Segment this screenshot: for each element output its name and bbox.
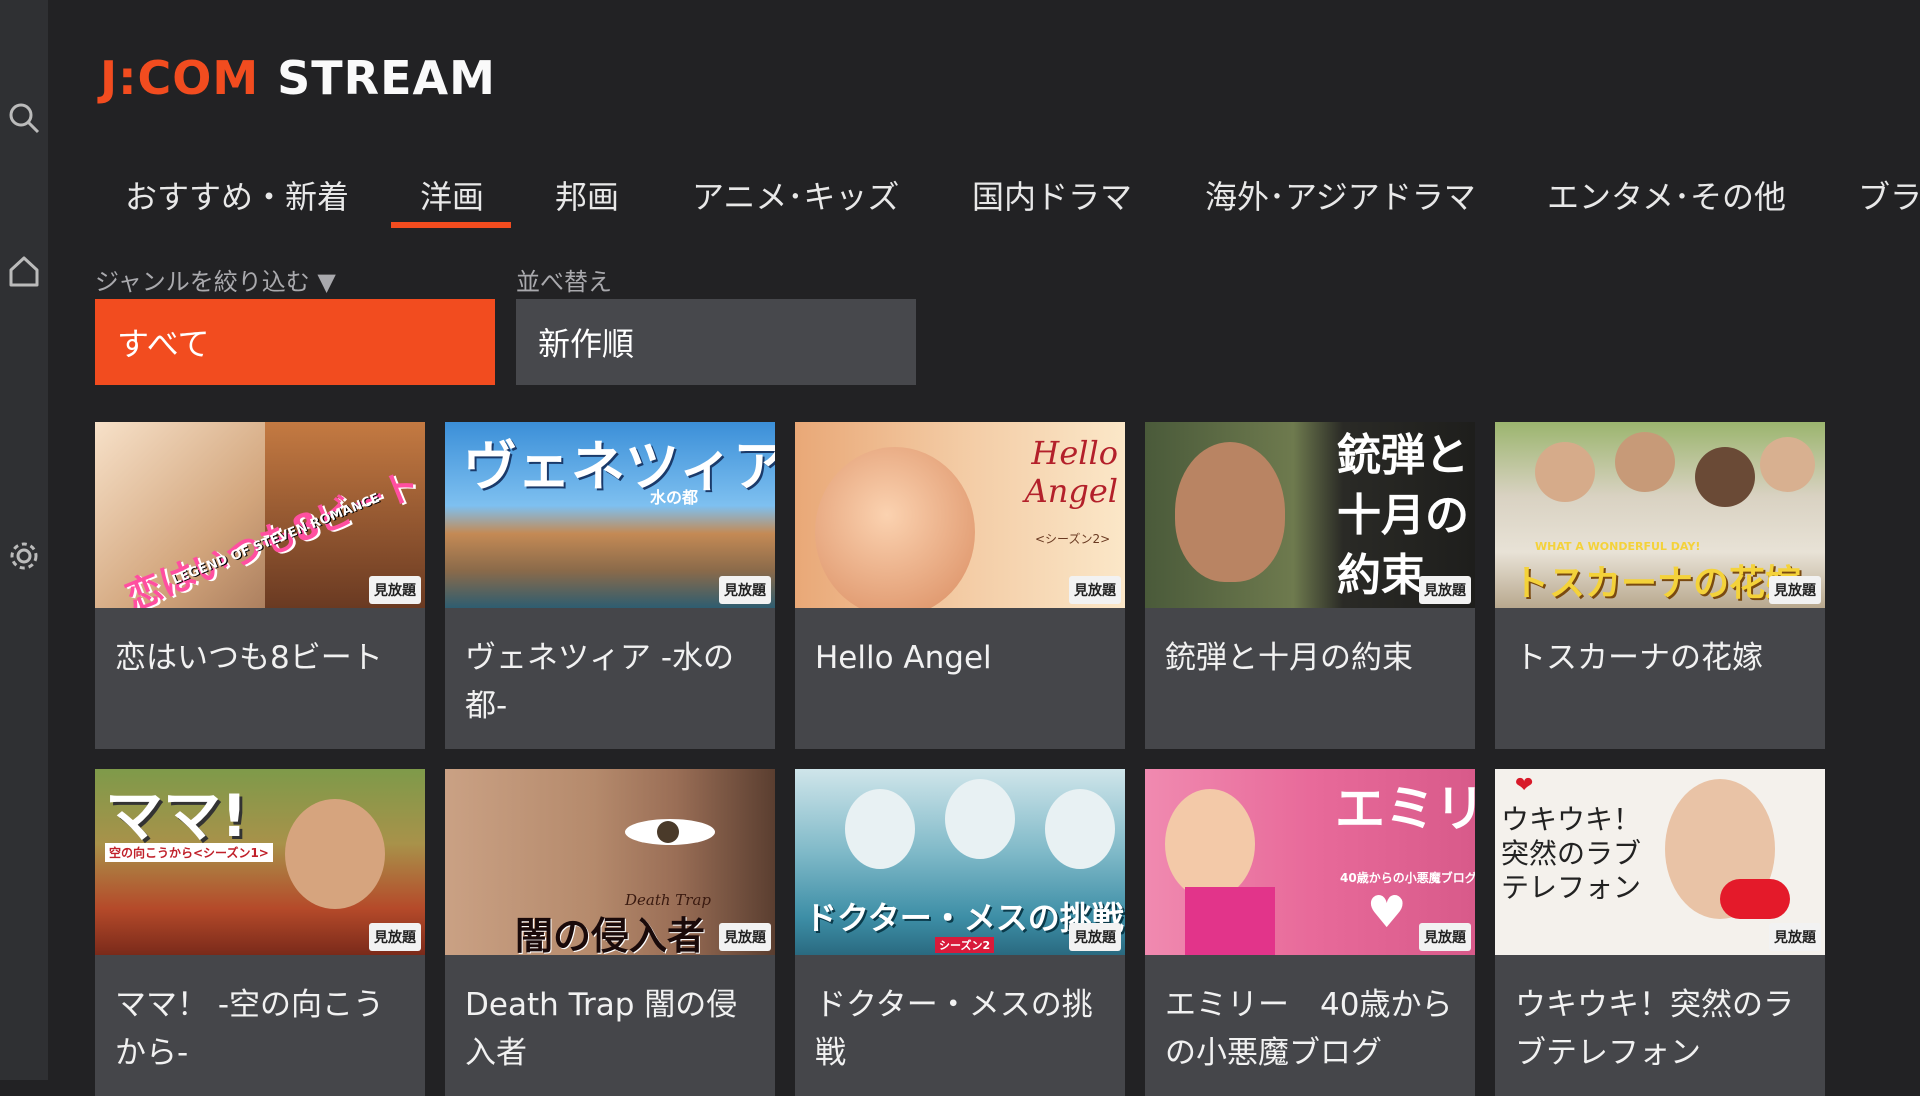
gear-icon[interactable] [6,538,42,574]
thumbnail-title-art: トスカーナの花嫁 [1513,563,1802,604]
movie-card[interactable]: エミリー 40歳からの小悪魔ブログ ♥ 見放題 エミリー 40歳からの小悪魔ブロ… [1145,769,1475,1096]
movie-card[interactable]: WHAT A WONDERFUL DAY! トスカーナの花嫁 見放題 トスカーナ… [1495,422,1825,749]
genre-filter-button[interactable]: すべて [95,299,495,385]
movie-thumbnail: ❤ ウキウキ！突然のラブテレフォン 見放題 [1495,769,1825,955]
movie-thumbnail: ママ! 空の向こうから<シーズン1> 見放題 [95,769,425,955]
tab-osusume[interactable]: おすすめ・新着 [125,172,349,218]
tab-domestic-drama[interactable]: 国内ドラマ [972,172,1132,218]
tab-entame[interactable]: エンタメ･その他 [1547,172,1786,218]
thumbnail-subtitle: 水の都 [650,488,699,507]
genre-filter-label: ジャンルを絞り込む ▼ [95,268,336,296]
unlimited-badge: 見放題 [1769,576,1821,604]
movie-card[interactable]: Death Trap 闇の侵入者 見放題 Death Trap 闇の侵入者 [445,769,775,1096]
unlimited-badge: 見放題 [1419,576,1471,604]
unlimited-badge: 見放題 [719,576,771,604]
movie-title: エミリー 40歳からの小悪魔ブログ [1165,987,1453,1071]
thumbnail-title-art: エミリー [1335,780,1475,838]
movie-thumbnail: 恋はいつも8ビート LEGEND OF STEVEN ROMANCE 見放題 [95,422,425,608]
tab-bura[interactable]: ブラ [1858,172,1920,218]
unlimited-badge: 見放題 [1419,923,1471,951]
sort-button[interactable]: 新作順 [516,299,916,385]
thumbnail-subtitle: <シーズン2> [1035,532,1111,546]
movie-thumbnail: ヴェネツィア 水の都 見放題 [445,422,775,608]
movie-card[interactable]: ❤ ウキウキ！突然のラブテレフォン 見放題 ウキウキ！突然のラブテレフォン [1495,769,1825,1096]
movie-title: 銃弾と十月の約束 [1165,640,1413,676]
logo-product: STREAM [277,51,496,105]
genre-filter-value: すべて [117,325,210,363]
movie-thumbnail: 銃弾と十月の約束 見放題 [1145,422,1475,608]
thumbnail-subtitle: 空の向こうから<シーズン1> [105,843,273,862]
movie-card[interactable]: 銃弾と十月の約束 見放題 銃弾と十月の約束 [1145,422,1475,749]
heart-icon: ♥ [1367,887,1407,938]
movie-card[interactable]: 恋はいつも8ビート LEGEND OF STEVEN ROMANCE 見放題 恋… [95,422,425,749]
lips-icon: ❤ [1515,773,1534,798]
home-icon[interactable] [6,253,42,289]
movie-title: トスカーナの花嫁 [1515,640,1763,676]
thumbnail-title-art: ヴェネツィア [463,435,775,498]
thumbnail-title-art: ママ! [105,782,248,850]
logo-brand: J:COM [100,51,260,105]
unlimited-badge: 見放題 [1069,576,1121,604]
thumbnail-subtitle: 40歳からの小悪魔ブログ [1340,871,1475,885]
thumbnail-title-art: 闇の侵入者 [515,914,706,955]
movie-title: Hello Angel [815,640,992,676]
thumbnail-title-art: ウキウキ！突然のラブテレフォン [1501,803,1642,904]
movie-thumbnail: Hello Angel <シーズン2> 見放題 [795,422,1125,608]
movie-grid: 恋はいつも8ビート LEGEND OF STEVEN ROMANCE 見放題 恋… [95,422,1865,1096]
unlimited-badge: 見放題 [1069,923,1121,951]
movie-title: Death Trap 闇の侵入者 [465,987,738,1071]
tab-overseas-drama[interactable]: 海外･アジアドラマ [1205,172,1476,218]
side-rail [0,0,48,1080]
movie-card[interactable]: ママ! 空の向こうから<シーズン1> 見放題 ママ！ -空の向こうから- [95,769,425,1096]
movie-card[interactable]: ヴェネツィア 水の都 見放題 ヴェネツィア -水の都- [445,422,775,749]
movie-title: 恋はいつも8ビート [115,640,383,676]
movie-title: ママ！ -空の向こうから- [115,987,385,1071]
unlimited-badge: 見放題 [1769,923,1821,951]
tab-yoga[interactable]: 洋画 [420,172,484,218]
tab-anime-kids[interactable]: アニメ･キッズ [692,172,899,218]
movie-thumbnail: ドクター・メスの挑戦 シーズン2 見放題 [795,769,1125,955]
movie-thumbnail: Death Trap 闇の侵入者 見放題 [445,769,775,955]
movie-title: ヴェネツィア -水の都- [465,640,735,724]
movie-card[interactable]: Hello Angel <シーズン2> 見放題 Hello Angel [795,422,1125,749]
movie-card[interactable]: ドクター・メスの挑戦 シーズン2 見放題 ドクター・メスの挑戦 [795,769,1125,1096]
selected-tab-indicator [391,222,511,228]
sort-value: 新作順 [538,325,635,363]
movie-title: ウキウキ！突然のラブテレフォン [1515,987,1794,1071]
movie-title: ドクター・メスの挑戦 [815,987,1093,1071]
search-icon[interactable] [6,100,42,136]
unlimited-badge: 見放題 [369,923,421,951]
thumbnail-title-art: Hello Angel [1024,434,1118,510]
sort-label: 並べ替え [516,268,612,296]
movie-thumbnail: エミリー 40歳からの小悪魔ブログ ♥ 見放題 [1145,769,1475,955]
thumbnail-subtitle: WHAT A WONDERFUL DAY! [1535,540,1701,553]
unlimited-badge: 見放題 [369,576,421,604]
tab-hoga[interactable]: 邦画 [555,172,619,218]
unlimited-badge: 見放題 [719,923,771,951]
thumbnail-subtitle: シーズン2 [935,937,995,953]
app-logo: J:COM STREAM [100,50,496,106]
movie-thumbnail: WHAT A WONDERFUL DAY! トスカーナの花嫁 見放題 [1495,422,1825,608]
